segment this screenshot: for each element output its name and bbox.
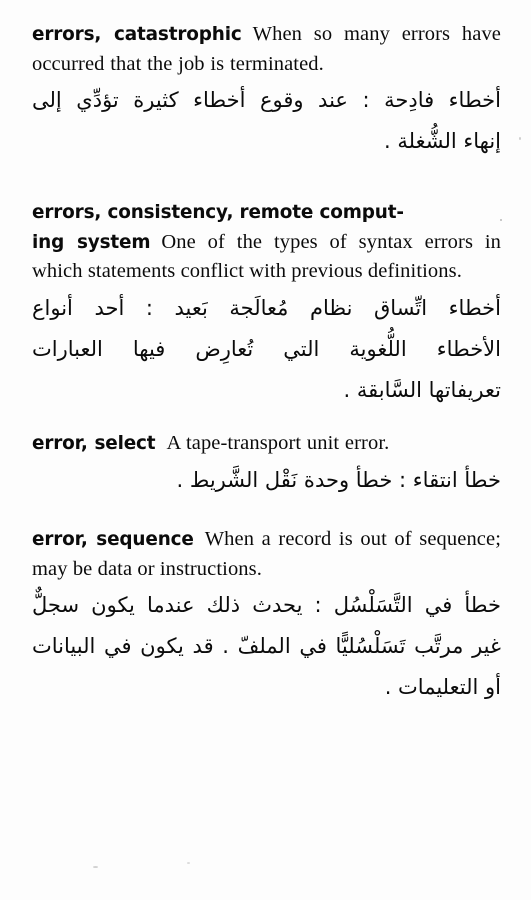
entry-english-block: errors, catastrophic When so many errors … xyxy=(32,20,501,78)
entry-english-block: errors, consistency, remote comput-ing s… xyxy=(32,198,501,286)
arabic-line: خطأ انتقاء : خطأ وحدة نَقْل الشَّريط . xyxy=(176,468,501,492)
arabic-line: أو التعليمات . xyxy=(384,675,501,699)
dictionary-entry: error, select A tape-transport unit error… xyxy=(32,429,501,502)
dictionary-entry: error, sequence When a record is out of s… xyxy=(32,525,501,708)
entry-headword: errors, catastrophic xyxy=(32,24,242,45)
arabic-line: أخطاء فادِحة : عند وقوع أخطاء كثيرة تؤدِ… xyxy=(32,88,501,112)
entry-english-block: error, sequence When a record is out of s… xyxy=(32,525,501,583)
entry-definition-english: A tape-transport unit error. xyxy=(166,431,390,454)
arabic-line: غير مرتَّب تَسَلْسُليًّا في الملفّ . قد … xyxy=(32,634,501,658)
entry-headword: error, select xyxy=(32,432,156,454)
entry-arabic-block: أخطاء اتِّساق نظام مُعالَجة بَعيد : أحد … xyxy=(32,288,501,411)
entry-arabic-block: خطأ انتقاء : خطأ وحدة نَقْل الشَّريط . xyxy=(32,460,501,501)
dictionary-page: errors, catastrophic When so many errors … xyxy=(0,0,531,900)
entry-english-block: error, select A tape-transport unit error… xyxy=(32,429,501,459)
entry-headword: error, sequence xyxy=(32,529,194,550)
arabic-line: إنهاء الشُّغلة . xyxy=(384,129,501,153)
entry-arabic-block: أخطاء فادِحة : عند وقوع أخطاء كثيرة تؤدِ… xyxy=(32,80,501,162)
entry-arabic-block: خطأ في التَّسَلْسُل : يحدث ذلك عندما يكو… xyxy=(32,585,501,708)
dictionary-entry: errors, catastrophic When so many errors … xyxy=(32,20,501,162)
entry-separator xyxy=(32,511,501,525)
entry-headword-line-1: errors, consistency, remote comput- xyxy=(32,202,404,223)
scan-artifact-speck xyxy=(519,137,521,140)
arabic-line: تعريفاتها السَّابقة . xyxy=(343,377,501,402)
dictionary-entry: errors, consistency, remote comput-ing s… xyxy=(32,198,501,411)
arabic-line: خطأ في التَّسَلْسُل : يحدث ذلك عندما يكو… xyxy=(32,593,501,617)
page-content-column: errors, catastrophic When so many errors … xyxy=(32,20,501,880)
arabic-line: الأخطاء اللُّغوية التي تُعارِض فيها العب… xyxy=(32,336,501,361)
entry-headword-line-2: ing system xyxy=(32,231,151,253)
entry-separator xyxy=(32,172,501,198)
entry-separator xyxy=(32,421,501,429)
arabic-line: أخطاء اتِّساق نظام مُعالَجة بَعيد : أحد … xyxy=(32,295,501,320)
